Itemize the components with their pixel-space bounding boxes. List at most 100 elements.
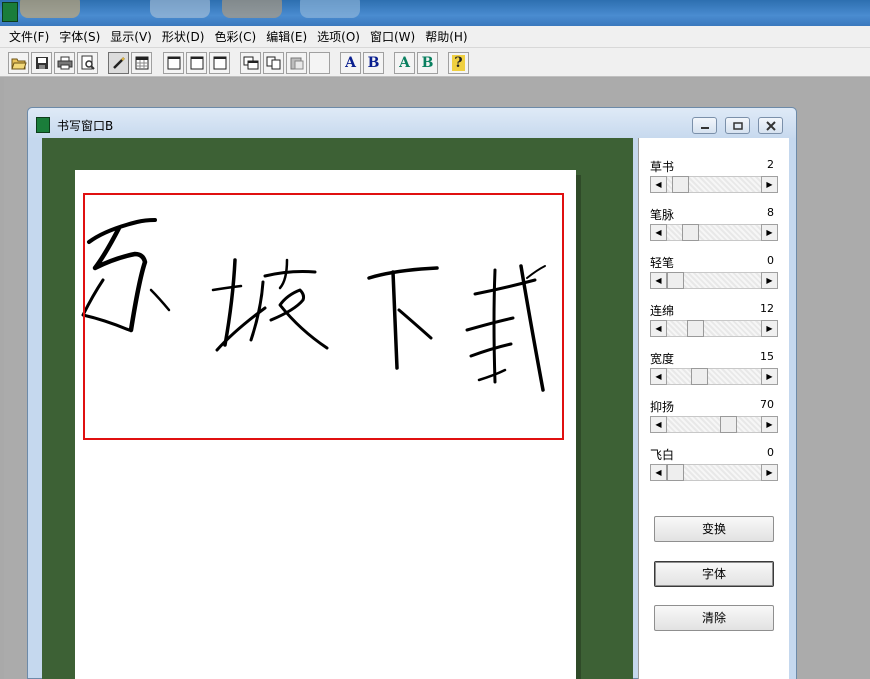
font-a-label: A (399, 55, 410, 71)
transform-button[interactable]: 变换 (654, 516, 774, 542)
window-title: 书写窗口B (57, 119, 114, 133)
font-a-blue-button[interactable]: A (340, 52, 361, 74)
save-button[interactable] (31, 52, 52, 74)
slider-thumb[interactable] (687, 320, 704, 337)
window-icon (213, 56, 226, 70)
param-slider[interactable]: ◀ ▶ (650, 368, 778, 385)
scroll-left-icon[interactable]: ◀ (650, 224, 667, 241)
scroll-right-icon[interactable]: ▶ (761, 416, 778, 433)
scroll-right-icon[interactable]: ▶ (761, 272, 778, 289)
slider-thumb[interactable] (691, 368, 708, 385)
scroll-right-icon[interactable]: ▶ (761, 320, 778, 337)
param-slider[interactable]: ◀ ▶ (650, 416, 778, 433)
slider-thumb[interactable] (682, 224, 699, 241)
restore-icon (732, 121, 743, 130)
help-icon: ? (452, 55, 465, 71)
param-value: 15 (760, 350, 774, 363)
cascade-window-button[interactable] (240, 52, 261, 74)
param-label: 宽度 (650, 352, 675, 366)
param-label: 抑扬 (650, 400, 675, 414)
slider-thumb[interactable] (667, 272, 684, 289)
window-frame-right (789, 138, 796, 679)
scroll-right-icon[interactable]: ▶ (761, 464, 778, 481)
param-value: 12 (760, 302, 774, 315)
scroll-right-icon[interactable]: ▶ (761, 224, 778, 241)
open-folder-button[interactable] (8, 52, 29, 74)
font-a-green-button[interactable]: A (394, 52, 415, 74)
font-b-label: B (421, 55, 434, 71)
clear-button[interactable]: 清除 (654, 605, 774, 631)
menu-help[interactable]: 帮助(H) (420, 28, 472, 45)
param-slider[interactable]: ◀ ▶ (650, 464, 778, 481)
blank-button[interactable] (309, 52, 330, 74)
param-label: 轻笔 (650, 256, 675, 270)
menu-file[interactable]: 文件(F) (4, 28, 54, 45)
font-b-label: B (367, 55, 380, 71)
scroll-left-icon[interactable]: ◀ (650, 272, 667, 289)
taskbar-item-icon (222, 0, 282, 18)
open-folder-icon (10, 58, 27, 70)
pencil-icon (112, 57, 125, 69)
restore-button[interactable] (725, 117, 750, 134)
pen-tool-button[interactable] (108, 52, 129, 74)
window-icon (167, 56, 180, 70)
scroll-right-icon[interactable]: ▶ (761, 176, 778, 193)
help-button[interactable]: ? (448, 52, 469, 74)
printer-icon (57, 56, 72, 70)
taskbar-item-icon (150, 0, 210, 18)
param-value: 8 (767, 206, 774, 219)
font-b-green-button[interactable]: B (417, 52, 438, 74)
param-slider[interactable]: ◀ ▶ (650, 224, 778, 241)
font-b-blue-button[interactable]: B (363, 52, 384, 74)
menu-window[interactable]: 窗口(W) (365, 28, 420, 45)
param-label: 飞白 (650, 448, 675, 462)
layout-2-button[interactable] (186, 52, 207, 74)
app-logo-icon (36, 117, 50, 133)
taskbar-item-icon (300, 0, 360, 18)
paste-icon (290, 57, 303, 70)
scroll-right-icon[interactable]: ▶ (761, 368, 778, 385)
scroll-left-icon[interactable]: ◀ (650, 320, 667, 337)
copy-icon (266, 56, 280, 70)
layout-3-button[interactable] (209, 52, 230, 74)
param-slider[interactable]: ◀ ▶ (650, 176, 778, 193)
parameter-panel: 草书 2 ◀ ▶ 笔脉 8 ◀ ▶ 轻笔 0 ◀ ▶ 连绵 12 ◀ ▶ 宽度 … (638, 138, 789, 679)
cascade-windows-icon (243, 56, 258, 70)
param-value: 2 (767, 158, 774, 171)
scroll-left-icon[interactable]: ◀ (650, 368, 667, 385)
param-slider[interactable]: ◀ ▶ (650, 320, 778, 337)
slider-thumb[interactable] (720, 416, 737, 433)
minimize-icon (700, 126, 709, 129)
grid-view-button[interactable] (131, 52, 152, 74)
app-logo-icon (2, 2, 18, 22)
layout-1-button[interactable] (163, 52, 184, 74)
close-button[interactable] (758, 117, 783, 134)
paste-button[interactable] (286, 52, 307, 74)
floppy-disk-icon (35, 57, 48, 69)
slider-thumb[interactable] (672, 176, 689, 193)
selection-rectangle[interactable] (83, 193, 564, 440)
slider-thumb[interactable] (667, 464, 684, 481)
param-slider[interactable]: ◀ ▶ (650, 272, 778, 289)
grid-icon (135, 56, 148, 70)
app-top-strip (0, 0, 870, 26)
param-label: 草书 (650, 160, 675, 174)
scroll-left-icon[interactable]: ◀ (650, 416, 667, 433)
close-icon (765, 120, 776, 131)
copy-button[interactable] (263, 52, 284, 74)
menu-view[interactable]: 显示(V) (105, 28, 157, 45)
menu-shape[interactable]: 形状(D) (157, 28, 210, 45)
menu-edit[interactable]: 编辑(E) (261, 28, 312, 45)
font-button[interactable]: 字体 (654, 561, 774, 587)
param-value: 0 (767, 446, 774, 459)
print-button[interactable] (54, 52, 75, 74)
print-preview-button[interactable] (77, 52, 98, 74)
menu-font[interactable]: 字体(S) (54, 28, 105, 45)
menu-options[interactable]: 选项(O) (312, 28, 365, 45)
menu-color[interactable]: 色彩(C) (209, 28, 261, 45)
scroll-left-icon[interactable]: ◀ (650, 176, 667, 193)
window-titlebar[interactable]: 书写窗口B (28, 108, 796, 138)
minimize-button[interactable] (692, 117, 717, 134)
scroll-left-icon[interactable]: ◀ (650, 464, 667, 481)
taskbar-item-icon (20, 0, 80, 18)
